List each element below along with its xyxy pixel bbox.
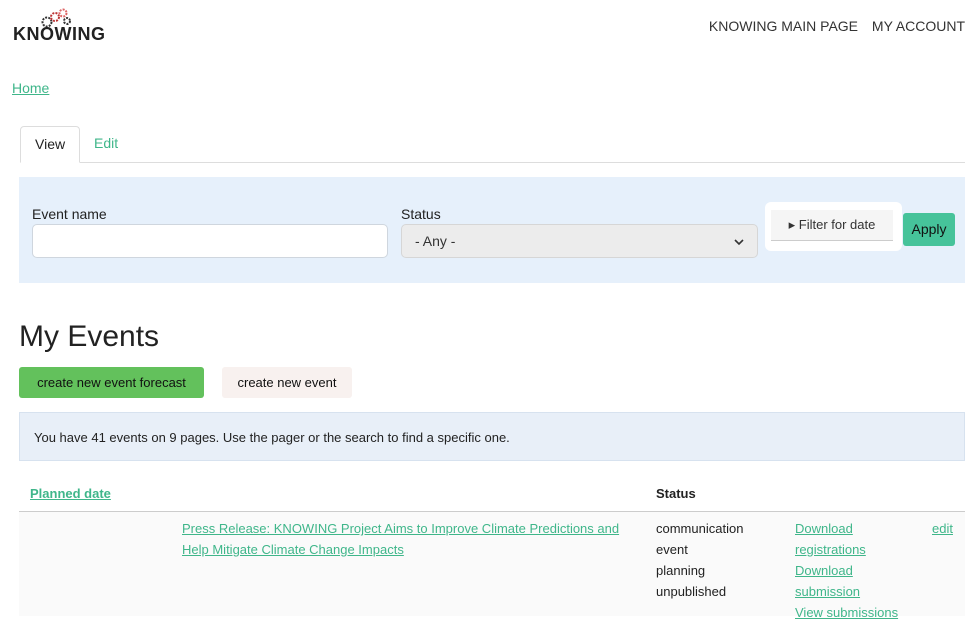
site-header: KNOWING KNOWING MAIN PAGE MY ACCOUNT	[0, 0, 965, 70]
event-status-cell: communication event planning unpublished	[656, 518, 766, 602]
event-title-text[interactable]: Press Release: KNOWING Project Aims to I…	[182, 521, 619, 557]
nav-my-account[interactable]: MY ACCOUNT	[872, 18, 965, 34]
column-header-status: Status	[656, 486, 696, 501]
edit-event-link[interactable]: edit	[932, 521, 953, 536]
info-message: You have 41 events on 9 pages. Use the p…	[19, 412, 965, 461]
date-filter-box: ▸ Filter for date	[765, 202, 902, 251]
page-title: My Events	[19, 320, 160, 353]
tab-bar: View Edit	[20, 126, 965, 163]
status-tag: unpublished	[656, 584, 727, 599]
breadcrumb: Home	[12, 80, 49, 96]
breadcrumb-home-link[interactable]: Home	[12, 80, 49, 96]
nav-main-page[interactable]: KNOWING MAIN PAGE	[709, 18, 858, 34]
event-edit-cell: edit	[932, 518, 953, 539]
event-title-link[interactable]: Press Release: KNOWING Project Aims to I…	[182, 518, 632, 560]
tab-edit[interactable]: Edit	[80, 126, 132, 160]
apply-button[interactable]: Apply	[903, 213, 955, 246]
view-submissions-link[interactable]: View submissions	[795, 605, 898, 620]
chevron-down-icon	[734, 239, 744, 246]
site-logo[interactable]: KNOWING	[13, 8, 123, 50]
filter-panel: Event name Status - Any - ▸ Filter for d…	[19, 177, 965, 283]
status-tag: communication	[656, 521, 744, 536]
column-header-planned-date[interactable]: Planned date	[30, 486, 111, 501]
status-tag: planning	[656, 563, 706, 578]
download-submission-link[interactable]: Download submission	[795, 563, 860, 599]
tab-view[interactable]: View	[20, 126, 81, 163]
event-name-input[interactable]	[32, 224, 388, 258]
filter-for-date-toggle[interactable]: ▸ Filter for date	[771, 210, 893, 241]
top-navigation: KNOWING MAIN PAGE MY ACCOUNT	[699, 18, 965, 34]
create-new-event-button[interactable]: create new event	[222, 367, 352, 398]
status-label: Status	[401, 206, 441, 222]
logo-text: KNOWING	[13, 24, 106, 44]
status-selected-value: - Any -	[415, 233, 456, 249]
status-select[interactable]: - Any -	[401, 224, 758, 258]
event-actions-cell: Download registrations Download submissi…	[795, 518, 915, 623]
create-event-forecast-button[interactable]: create new event forecast	[19, 367, 204, 398]
status-tag: event	[656, 542, 688, 557]
event-name-label: Event name	[32, 206, 107, 222]
download-registrations-link[interactable]: Download registrations	[795, 521, 866, 557]
